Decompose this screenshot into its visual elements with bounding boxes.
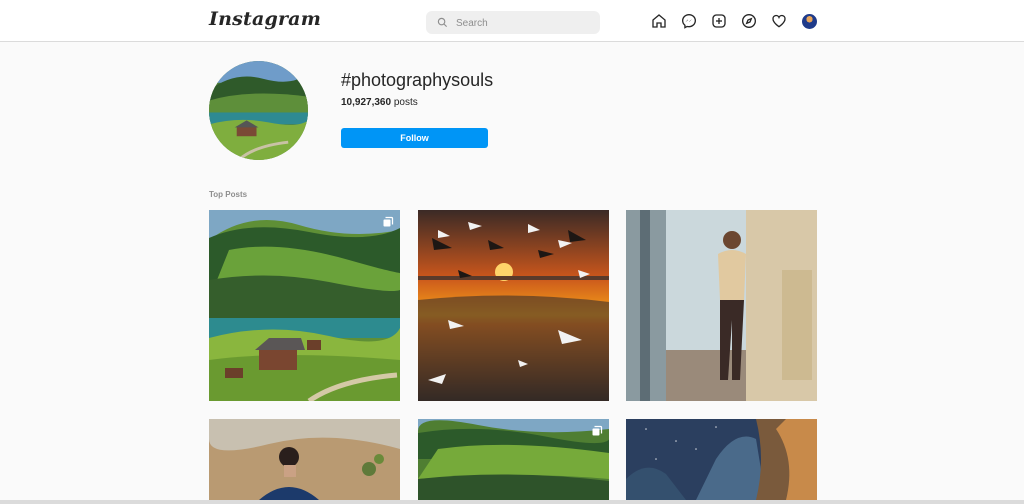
top-nav: Instagram — [0, 0, 1024, 42]
activity-heart-icon[interactable] — [771, 13, 787, 29]
home-icon[interactable] — [651, 13, 667, 29]
post-count-number: 10,927,360 — [341, 97, 392, 108]
post-tile[interactable] — [209, 210, 400, 401]
hashtag-title: #photographysouls — [341, 70, 494, 90]
post-tile[interactable] — [418, 210, 609, 401]
instagram-logo[interactable]: Instagram — [209, 8, 321, 30]
carousel-icon — [383, 216, 394, 227]
post-tile[interactable] — [626, 210, 817, 401]
post-count: 10,927,360 posts — [341, 97, 418, 108]
new-post-icon[interactable] — [711, 13, 727, 29]
post-image — [209, 419, 400, 500]
follow-button[interactable]: Follow — [341, 128, 488, 148]
search-input[interactable] — [454, 11, 598, 36]
post-image — [418, 210, 609, 401]
carousel-icon — [592, 425, 603, 436]
window-bottom-edge — [0, 500, 1024, 504]
top-posts-label: Top Posts — [209, 190, 248, 199]
post-tile[interactable] — [209, 419, 400, 500]
hashtag-cover-image — [209, 61, 308, 160]
messenger-icon[interactable] — [681, 13, 697, 29]
post-image — [626, 419, 817, 500]
post-image — [418, 419, 609, 500]
post-tile[interactable] — [418, 419, 609, 500]
post-count-suffix: posts — [391, 97, 418, 108]
post-tile[interactable] — [626, 419, 817, 500]
explore-icon[interactable] — [741, 13, 757, 29]
post-image — [626, 210, 817, 401]
search-icon — [437, 17, 448, 28]
profile-avatar[interactable] — [802, 14, 817, 29]
search-box[interactable] — [426, 11, 600, 36]
post-image — [209, 210, 400, 401]
